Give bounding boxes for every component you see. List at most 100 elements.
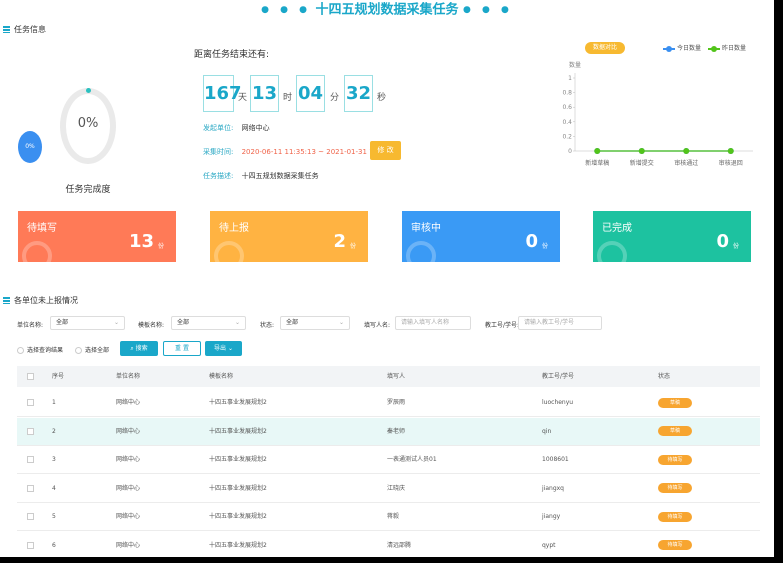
status-badge: 待填写 <box>658 454 692 465</box>
window-edge-right <box>774 0 783 563</box>
page-header: ● ● ● 十四五规划数据采集任务 ● ● ● <box>0 0 774 20</box>
card-decoration-icon <box>214 241 244 262</box>
status-card-label: 待填写 <box>27 223 57 234</box>
legend-line-yesterday-icon <box>707 45 720 52</box>
search-icon: ⌕ <box>130 345 134 352</box>
filter-staff-input[interactable]: 请输入教工号/学号 <box>518 316 602 330</box>
countdown-days: 167 <box>203 75 242 112</box>
status-badge: 待填写 <box>658 511 692 522</box>
col-header-unit: 单位名称 <box>116 373 141 380</box>
row-checkbox[interactable] <box>27 456 34 463</box>
status-card-unit: 份 <box>732 243 739 250</box>
status-card-label: 待上报 <box>219 223 249 234</box>
radio-icon <box>75 347 82 354</box>
select-all-label: 选择全部 <box>85 347 110 354</box>
row-checkbox[interactable] <box>27 513 34 520</box>
legend-label-today: 今日数量 <box>677 45 702 52</box>
select-result-radio[interactable]: 选择查询结果 <box>17 345 63 354</box>
cell-template: 十四五事业发展规划2 <box>209 456 267 463</box>
search-button-label: 搜索 <box>135 345 148 352</box>
status-card-todo[interactable]: 待填写 13 份 <box>18 211 176 262</box>
filter-staff-label: 教工号/学号: <box>485 322 520 329</box>
cell-template: 十四五事业发展规划2 <box>209 484 267 492</box>
row-checkbox[interactable] <box>27 427 34 435</box>
col-header-no: 序号 <box>52 373 65 380</box>
cell-filler: 蒋毅 <box>387 513 400 520</box>
section-bar-icon <box>3 26 10 33</box>
status-card-done[interactable]: 已完成 0 份 <box>593 211 751 262</box>
table-header: 序号 单位名称 模板名称 填写人 教工号/学号 状态 <box>17 366 760 387</box>
select-all-checkbox[interactable] <box>27 373 34 380</box>
legend-item-today[interactable]: 今日数量 <box>663 45 701 52</box>
export-button[interactable]: 导出 ⌄ <box>205 341 242 356</box>
cell-template: 十四五事业发展规划2 <box>209 541 267 549</box>
chart-compare-tag[interactable]: 数据对比 <box>585 42 625 54</box>
cell-no: 1 <box>52 399 56 406</box>
status-card-pending[interactable]: 待上报 2 份 <box>210 211 368 262</box>
radio-icon <box>17 347 24 354</box>
edit-period-button[interactable]: 修 改 <box>370 141 401 160</box>
cell-unit: 网络中心 <box>116 427 141 435</box>
x-tick-label: 审核退回 <box>719 159 743 167</box>
cell-no: 5 <box>52 513 56 520</box>
row-checkbox[interactable] <box>27 399 34 406</box>
cell-template: 十四五事业发展规划2 <box>209 399 267 406</box>
row-checkbox[interactable] <box>27 541 34 549</box>
cell-id: 1008601 <box>542 456 569 463</box>
y-tick-label: 0.6 <box>562 104 572 111</box>
legend-line-today-icon <box>663 45 675 52</box>
table-row[interactable]: 6 网络中心 十四五事业发展规划2 清远邵腾 qypt 待填写 <box>17 532 760 560</box>
status-badge: 待填写 <box>658 483 692 493</box>
filter-template-select[interactable]: 全部 ⌄ <box>171 316 246 330</box>
reset-button[interactable]: 重 置 <box>163 341 201 356</box>
chart-legend: 今日数量 昨日数量 <box>663 43 746 52</box>
status-card-count: 2 <box>333 231 346 252</box>
status-card-label: 审核中 <box>411 223 441 234</box>
series-point-1 <box>638 148 645 154</box>
col-header-id: 教工号/学号 <box>542 373 575 380</box>
select-all-radio[interactable]: 选择全部 <box>75 345 109 354</box>
filter-unit-value: 全部 <box>56 319 69 326</box>
cell-filler: 江晓庆 <box>387 484 406 492</box>
y-axis-label: 数量 <box>569 61 581 69</box>
table-row[interactable]: 1 网络中心 十四五事业发展规划2 罗辰雨 luochenyu 草稿 <box>17 389 760 417</box>
status-card-review[interactable]: 审核中 0 份 <box>402 211 560 262</box>
cell-status: 待填写 <box>658 475 692 502</box>
status-card-unit: 份 <box>541 243 548 250</box>
filter-filler-label: 填写人名: <box>364 322 391 329</box>
countdown-seconds-unit: 秒 <box>377 93 387 103</box>
info-desc-value: 十四五规划数据采集任务 <box>241 172 319 180</box>
x-tick-label: 审核通过 <box>674 159 698 167</box>
countdown-hours-unit: 时 <box>283 93 293 103</box>
cell-id: luochenyu <box>542 399 574 406</box>
table-row[interactable]: 3 网络中心 十四五事业发展规划2 一表通测试人员01 1008601 待填写 <box>17 446 760 474</box>
legend-item-yesterday[interactable]: 昨日数量 <box>707 45 746 52</box>
card-decoration-icon <box>406 241 436 262</box>
cell-status: 待填写 <box>658 446 692 473</box>
series-point-1 <box>594 148 601 154</box>
y-tick-label: 0.8 <box>562 90 572 97</box>
filter-filler-input[interactable]: 请输入填写人名称 <box>395 316 471 330</box>
chevron-down-icon: ⌄ <box>234 319 240 326</box>
table-row[interactable]: 5 网络中心 十四五事业发展规划2 蒋毅 jiangy 待填写 <box>17 503 760 531</box>
page-root: ● ● ● 十四五规划数据采集任务 ● ● ● 任务信息 0% 0% 任务完成度… <box>0 0 783 563</box>
chevron-down-icon: ⌄ <box>338 319 344 326</box>
section-task-title: 任务信息 <box>14 25 46 34</box>
filter-status-select[interactable]: 全部 ⌄ <box>280 316 350 330</box>
section-task-header: 任务信息 <box>3 24 46 35</box>
table-row[interactable]: 4 网络中心 十四五事业发展规划2 江晓庆 jiangxq 待填写 <box>17 475 760 503</box>
cell-filler: 清远邵腾 <box>387 541 412 549</box>
col-header-filler: 填写人 <box>387 373 406 380</box>
cell-unit: 网络中心 <box>116 399 141 406</box>
y-tick-label: 0.2 <box>562 133 572 140</box>
table-row[interactable]: 2 网络中心 十四五事业发展规划2 秦老师 qin 草稿 <box>17 417 760 446</box>
title-dots-right-icon: ● ● ● <box>463 5 513 15</box>
row-checkbox[interactable] <box>27 484 34 492</box>
status-badge: 待填写 <box>658 540 692 550</box>
progress-ring-marker <box>86 88 91 93</box>
filter-unit-select[interactable]: 全部 ⌄ <box>50 316 125 330</box>
x-tick-label: 新增提交 <box>630 159 654 167</box>
cell-status: 草稿 <box>658 418 692 445</box>
search-button[interactable]: ⌕ 搜索 <box>120 341 158 356</box>
cell-filler: 秦老师 <box>387 427 406 435</box>
